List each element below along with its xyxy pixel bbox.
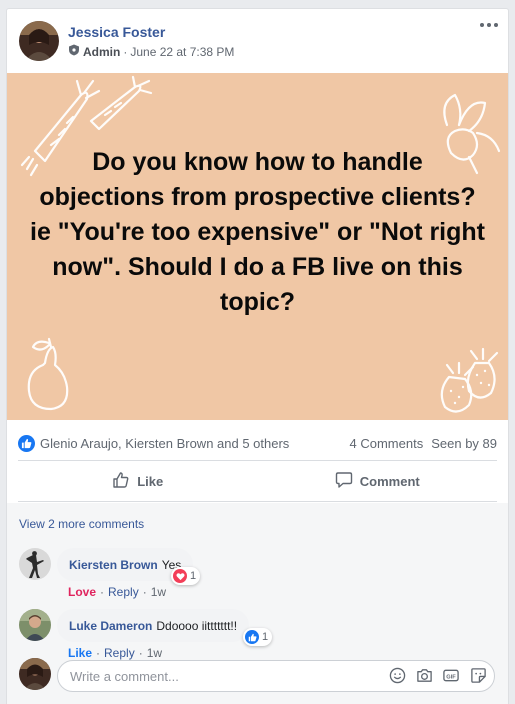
admin-role-label: Admin <box>83 44 121 59</box>
comment-actions: Love · Reply · 1w <box>68 585 166 599</box>
commenter-name[interactable]: Luke Dameron <box>69 619 152 633</box>
reactors-summary[interactable]: Glenio Araujo, Kiersten Brown and 5 othe… <box>40 436 350 451</box>
comments-section: View 2 more comments Kiersten Brown Yes … <box>7 503 508 704</box>
post-actions: Like Comment <box>18 461 497 502</box>
like-button[interactable]: Like <box>18 461 258 501</box>
svg-text:GIF: GIF <box>446 674 456 680</box>
author-name[interactable]: Jessica Foster <box>68 24 165 40</box>
thumbs-up-icon <box>245 630 259 644</box>
comment-input-placeholder: Write a comment... <box>70 668 179 684</box>
comment-button[interactable]: Comment <box>258 461 498 501</box>
comments-count[interactable]: 4 Comments <box>350 436 424 451</box>
commenter-avatar[interactable] <box>19 548 51 580</box>
commenter-name[interactable]: Kiersten Brown <box>69 558 158 572</box>
reaction-count-number: 1 <box>190 570 197 582</box>
comment-text: Ddoooo iittttttt!! <box>156 618 238 633</box>
comment-item: Kiersten Brown Yes 1 Love · Reply · 1w <box>19 548 499 599</box>
like-reaction-icon[interactable] <box>18 435 35 452</box>
like-button-label: Like <box>137 473 164 489</box>
commenter-avatar[interactable] <box>19 609 51 641</box>
dot-separator: · <box>100 585 105 599</box>
comment-bubble: Luke Dameron Ddoooo iittttttt!! <box>57 609 250 642</box>
post-header: Jessica Foster Admin · June 22 at 7:38 P… <box>7 9 508 73</box>
comment-composer: Write a comment... GIF <box>19 658 499 694</box>
comment-age[interactable]: 1w <box>151 585 166 599</box>
gif-icon[interactable]: GIF <box>442 666 460 684</box>
emoji-icon[interactable] <box>388 666 406 684</box>
thumbs-up-outline-icon <box>112 471 130 492</box>
post-text: Do you know how to handle objections fro… <box>30 148 485 316</box>
more-options-icon[interactable] <box>480 19 498 31</box>
dot-separator: · <box>142 585 147 599</box>
current-user-avatar[interactable] <box>19 658 51 690</box>
admin-shield-icon <box>68 44 80 59</box>
comment-reaction-count[interactable]: 1 <box>171 567 201 585</box>
post-meta: Admin · June 22 at 7:38 PM <box>68 44 234 59</box>
reaction-summary-bar: Glenio Araujo, Kiersten Brown and 5 othe… <box>18 427 497 461</box>
comment-button-label: Comment <box>359 473 420 489</box>
view-more-comments-link[interactable]: View 2 more comments <box>19 517 144 531</box>
composer-icons: GIF <box>388 666 487 684</box>
author-avatar[interactable] <box>19 21 59 61</box>
comment-bubble-icon <box>335 471 353 492</box>
reaction-count-number: 1 <box>262 631 269 643</box>
post-card: Jessica Foster Admin · June 22 at 7:38 P… <box>6 8 509 704</box>
sticker-icon[interactable] <box>469 666 487 684</box>
post-timestamp[interactable]: June 22 at 7:38 PM <box>130 45 234 59</box>
reply-link[interactable]: Reply <box>108 585 139 599</box>
seen-by-count[interactable]: Seen by 89 <box>431 436 497 451</box>
meta-separator: · <box>123 44 128 59</box>
post-banner: Do you know how to handle objections fro… <box>7 73 508 420</box>
heart-icon <box>173 569 187 583</box>
post-counts: 4 Comments Seen by 89 <box>350 436 497 451</box>
comment-reaction-count[interactable]: 1 <box>243 628 273 646</box>
love-reaction-link[interactable]: Love <box>68 585 96 599</box>
comment-item: Luke Dameron Ddoooo iittttttt!! 1 Like ·… <box>19 609 499 660</box>
camera-icon[interactable] <box>415 666 433 684</box>
